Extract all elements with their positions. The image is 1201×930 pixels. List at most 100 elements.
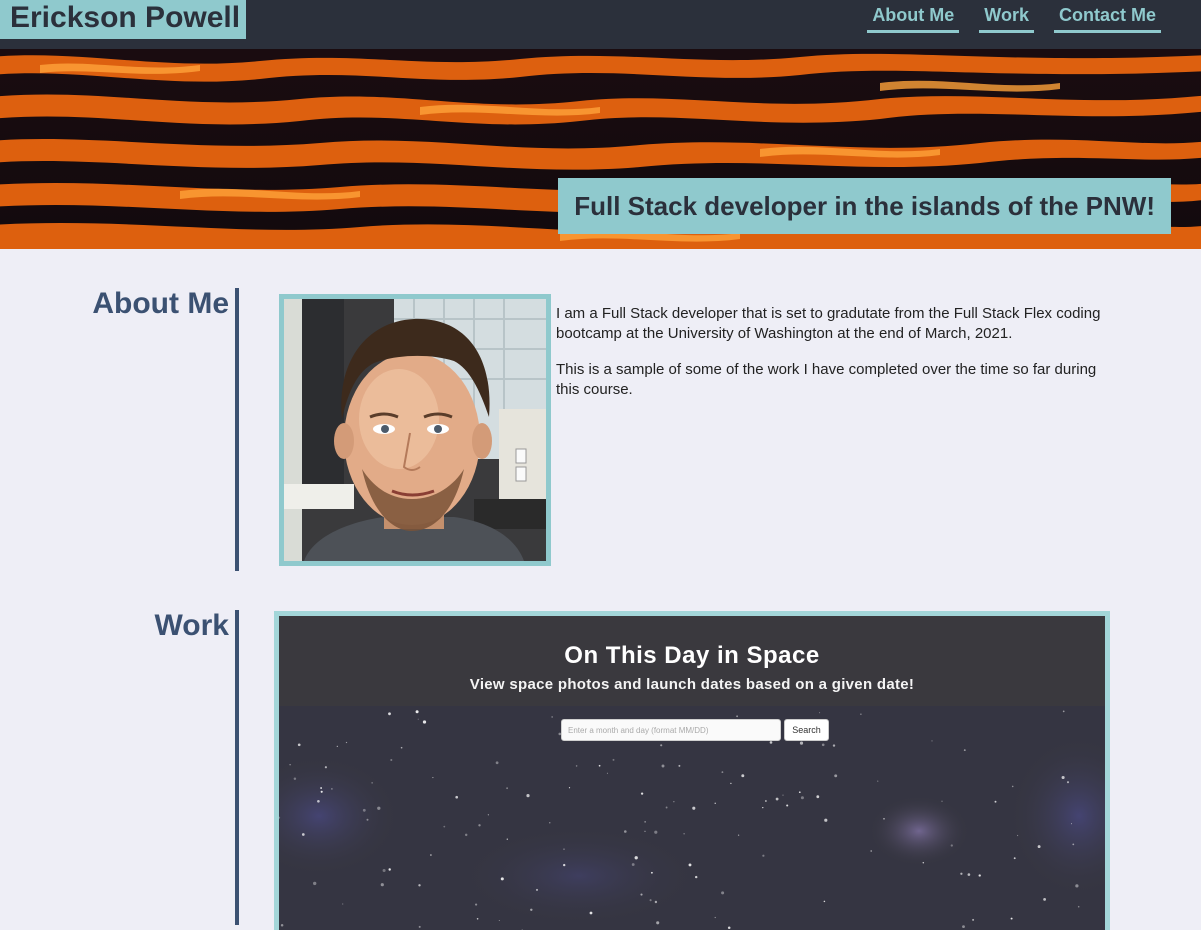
star [498, 919, 500, 922]
star [1037, 845, 1041, 849]
star [475, 903, 478, 906]
star [313, 881, 317, 886]
star [418, 884, 421, 887]
star [714, 802, 716, 804]
star [692, 806, 696, 810]
star [821, 743, 825, 747]
star [665, 806, 668, 809]
star [371, 782, 373, 784]
star [388, 712, 391, 716]
star [963, 749, 966, 752]
project-subtitle: View space photos and launch dates based… [469, 676, 915, 693]
profile-photo [279, 294, 551, 566]
star [962, 925, 965, 929]
about-paragraph: I am a Full Stack developer that is set … [556, 305, 1101, 342]
project-date-search-input[interactable] [561, 719, 781, 741]
star [824, 818, 828, 822]
star [324, 766, 327, 769]
site-header: Erickson Powell About Me Work Contact Me [0, 0, 1201, 49]
star [832, 744, 836, 747]
star [799, 741, 804, 745]
star [1077, 905, 1080, 908]
star [1017, 834, 1019, 837]
star [455, 795, 459, 799]
star [342, 903, 344, 905]
star [650, 871, 653, 874]
star [737, 834, 740, 836]
star [994, 800, 997, 803]
star [563, 848, 565, 850]
star [644, 821, 646, 823]
star [289, 764, 291, 766]
star [443, 825, 446, 828]
star [380, 883, 384, 887]
star [656, 921, 660, 925]
star [495, 761, 499, 765]
hero-banner: Full Stack developer in the islands of t… [0, 49, 1201, 249]
star [860, 713, 862, 715]
star [631, 863, 635, 866]
star [415, 710, 419, 714]
star [950, 844, 953, 847]
star [336, 745, 338, 748]
star [297, 743, 301, 747]
star [1013, 857, 1016, 860]
star [870, 850, 873, 852]
project-card-on-this-day-in-space[interactable]: On This Day in Space View space photos a… [274, 611, 1110, 930]
star [786, 804, 789, 807]
star [654, 900, 658, 904]
star [549, 822, 551, 824]
star [782, 794, 784, 796]
star [598, 764, 601, 767]
star [834, 774, 838, 778]
star [430, 854, 432, 856]
about-text: I am a Full Stack developer that is set … [556, 304, 1101, 416]
star [589, 911, 593, 915]
nav-link-work[interactable]: Work [979, 4, 1034, 33]
star [506, 838, 508, 840]
star [563, 863, 566, 867]
project-search-button[interactable]: Search [784, 719, 829, 741]
star [418, 925, 421, 928]
star [301, 833, 305, 836]
star [644, 830, 646, 832]
project-title: On This Day in Space [564, 642, 820, 669]
star [931, 740, 933, 742]
star [377, 806, 381, 810]
star [941, 800, 943, 802]
star [400, 746, 403, 749]
star [526, 794, 530, 798]
star [695, 875, 698, 879]
star [1061, 775, 1065, 780]
star [640, 893, 643, 896]
star [883, 818, 885, 820]
nav-link-contact-me[interactable]: Contact Me [1053, 4, 1161, 33]
site-title[interactable]: Erickson Powell [0, 0, 247, 39]
star [422, 720, 427, 724]
main-nav: About Me Work Contact Me [867, 4, 1161, 33]
star [506, 787, 508, 790]
star [727, 926, 731, 930]
star [1070, 823, 1073, 825]
nav-link-about-me[interactable]: About Me [867, 4, 960, 33]
star [640, 792, 644, 795]
portrait-image [284, 299, 546, 561]
star [1066, 781, 1070, 784]
star [877, 780, 879, 782]
star [606, 772, 608, 774]
star [678, 764, 681, 767]
star [762, 806, 764, 809]
star [960, 872, 963, 875]
star [798, 791, 801, 794]
star [530, 908, 533, 912]
star [568, 787, 571, 789]
star [1010, 917, 1013, 920]
star [922, 862, 925, 864]
star [775, 797, 779, 801]
star [500, 877, 504, 881]
star [366, 818, 369, 821]
star [721, 891, 725, 895]
star [331, 788, 333, 790]
about-me-heading: About Me [92, 287, 229, 320]
star [417, 718, 419, 720]
